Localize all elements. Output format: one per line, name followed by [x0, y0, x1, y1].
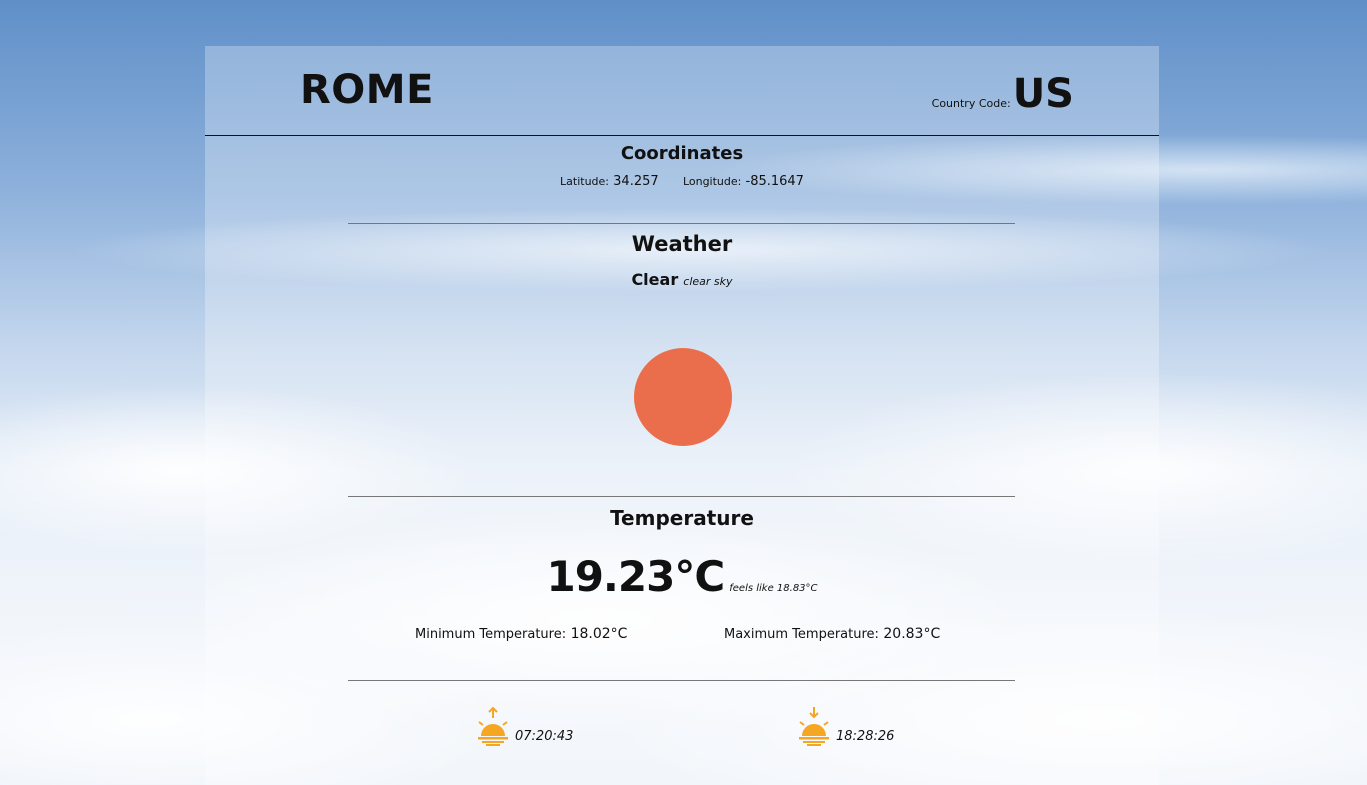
max-temperature-label: Maximum Temperature:: [724, 627, 879, 642]
divider: [348, 223, 1015, 224]
sunrise-time: 07:20:43: [515, 729, 574, 744]
min-temperature-value: 18.02°C: [570, 626, 628, 642]
weather-summary: Clear clear sky: [205, 270, 1159, 289]
sunset-group: 18:28:26: [796, 706, 894, 746]
weather-description: clear sky: [683, 275, 733, 288]
coordinates-title: Coordinates: [620, 143, 744, 164]
sunrise-icon: [475, 706, 511, 746]
coordinates-row: Latitude: 34.257 Longitude: -85.1647: [205, 174, 1159, 189]
weather-title: Weather: [631, 232, 733, 256]
card-header: ROME Country Code: US: [205, 46, 1159, 136]
min-temperature: Minimum Temperature: 18.02°C: [415, 626, 627, 642]
max-temperature: Maximum Temperature: 20.83°C: [724, 626, 940, 642]
sunset-time: 18:28:26: [836, 729, 895, 744]
sun-disc-icon: [634, 348, 732, 446]
country-code-value: US: [1012, 71, 1074, 117]
weather-card: ROME Country Code: US Coordinates Latitu…: [205, 46, 1159, 785]
country-code-label: Country Code:: [931, 97, 1011, 110]
weather-main: Clear: [631, 270, 679, 289]
sunrise-group: 07:20:43: [475, 706, 573, 746]
divider: [348, 680, 1015, 681]
temperature-current-row: 19.23°C feels like 18.83°C: [205, 552, 1159, 601]
temperature-title: Temperature: [610, 506, 754, 530]
latitude-value: 34.257: [613, 174, 659, 189]
longitude-value: -85.1647: [745, 174, 804, 189]
feels-like: feels like 18.83°C: [729, 583, 818, 594]
city-name: ROME: [300, 67, 434, 113]
country-code-group: Country Code: US: [932, 74, 1074, 114]
divider: [348, 496, 1015, 497]
max-temperature-value: 20.83°C: [883, 626, 941, 642]
latitude-label: Latitude:: [560, 175, 610, 188]
sunset-icon: [796, 706, 832, 746]
current-temperature: 19.23°C: [546, 552, 725, 601]
longitude-label: Longitude:: [682, 175, 742, 188]
min-temperature-label: Minimum Temperature:: [415, 627, 567, 642]
